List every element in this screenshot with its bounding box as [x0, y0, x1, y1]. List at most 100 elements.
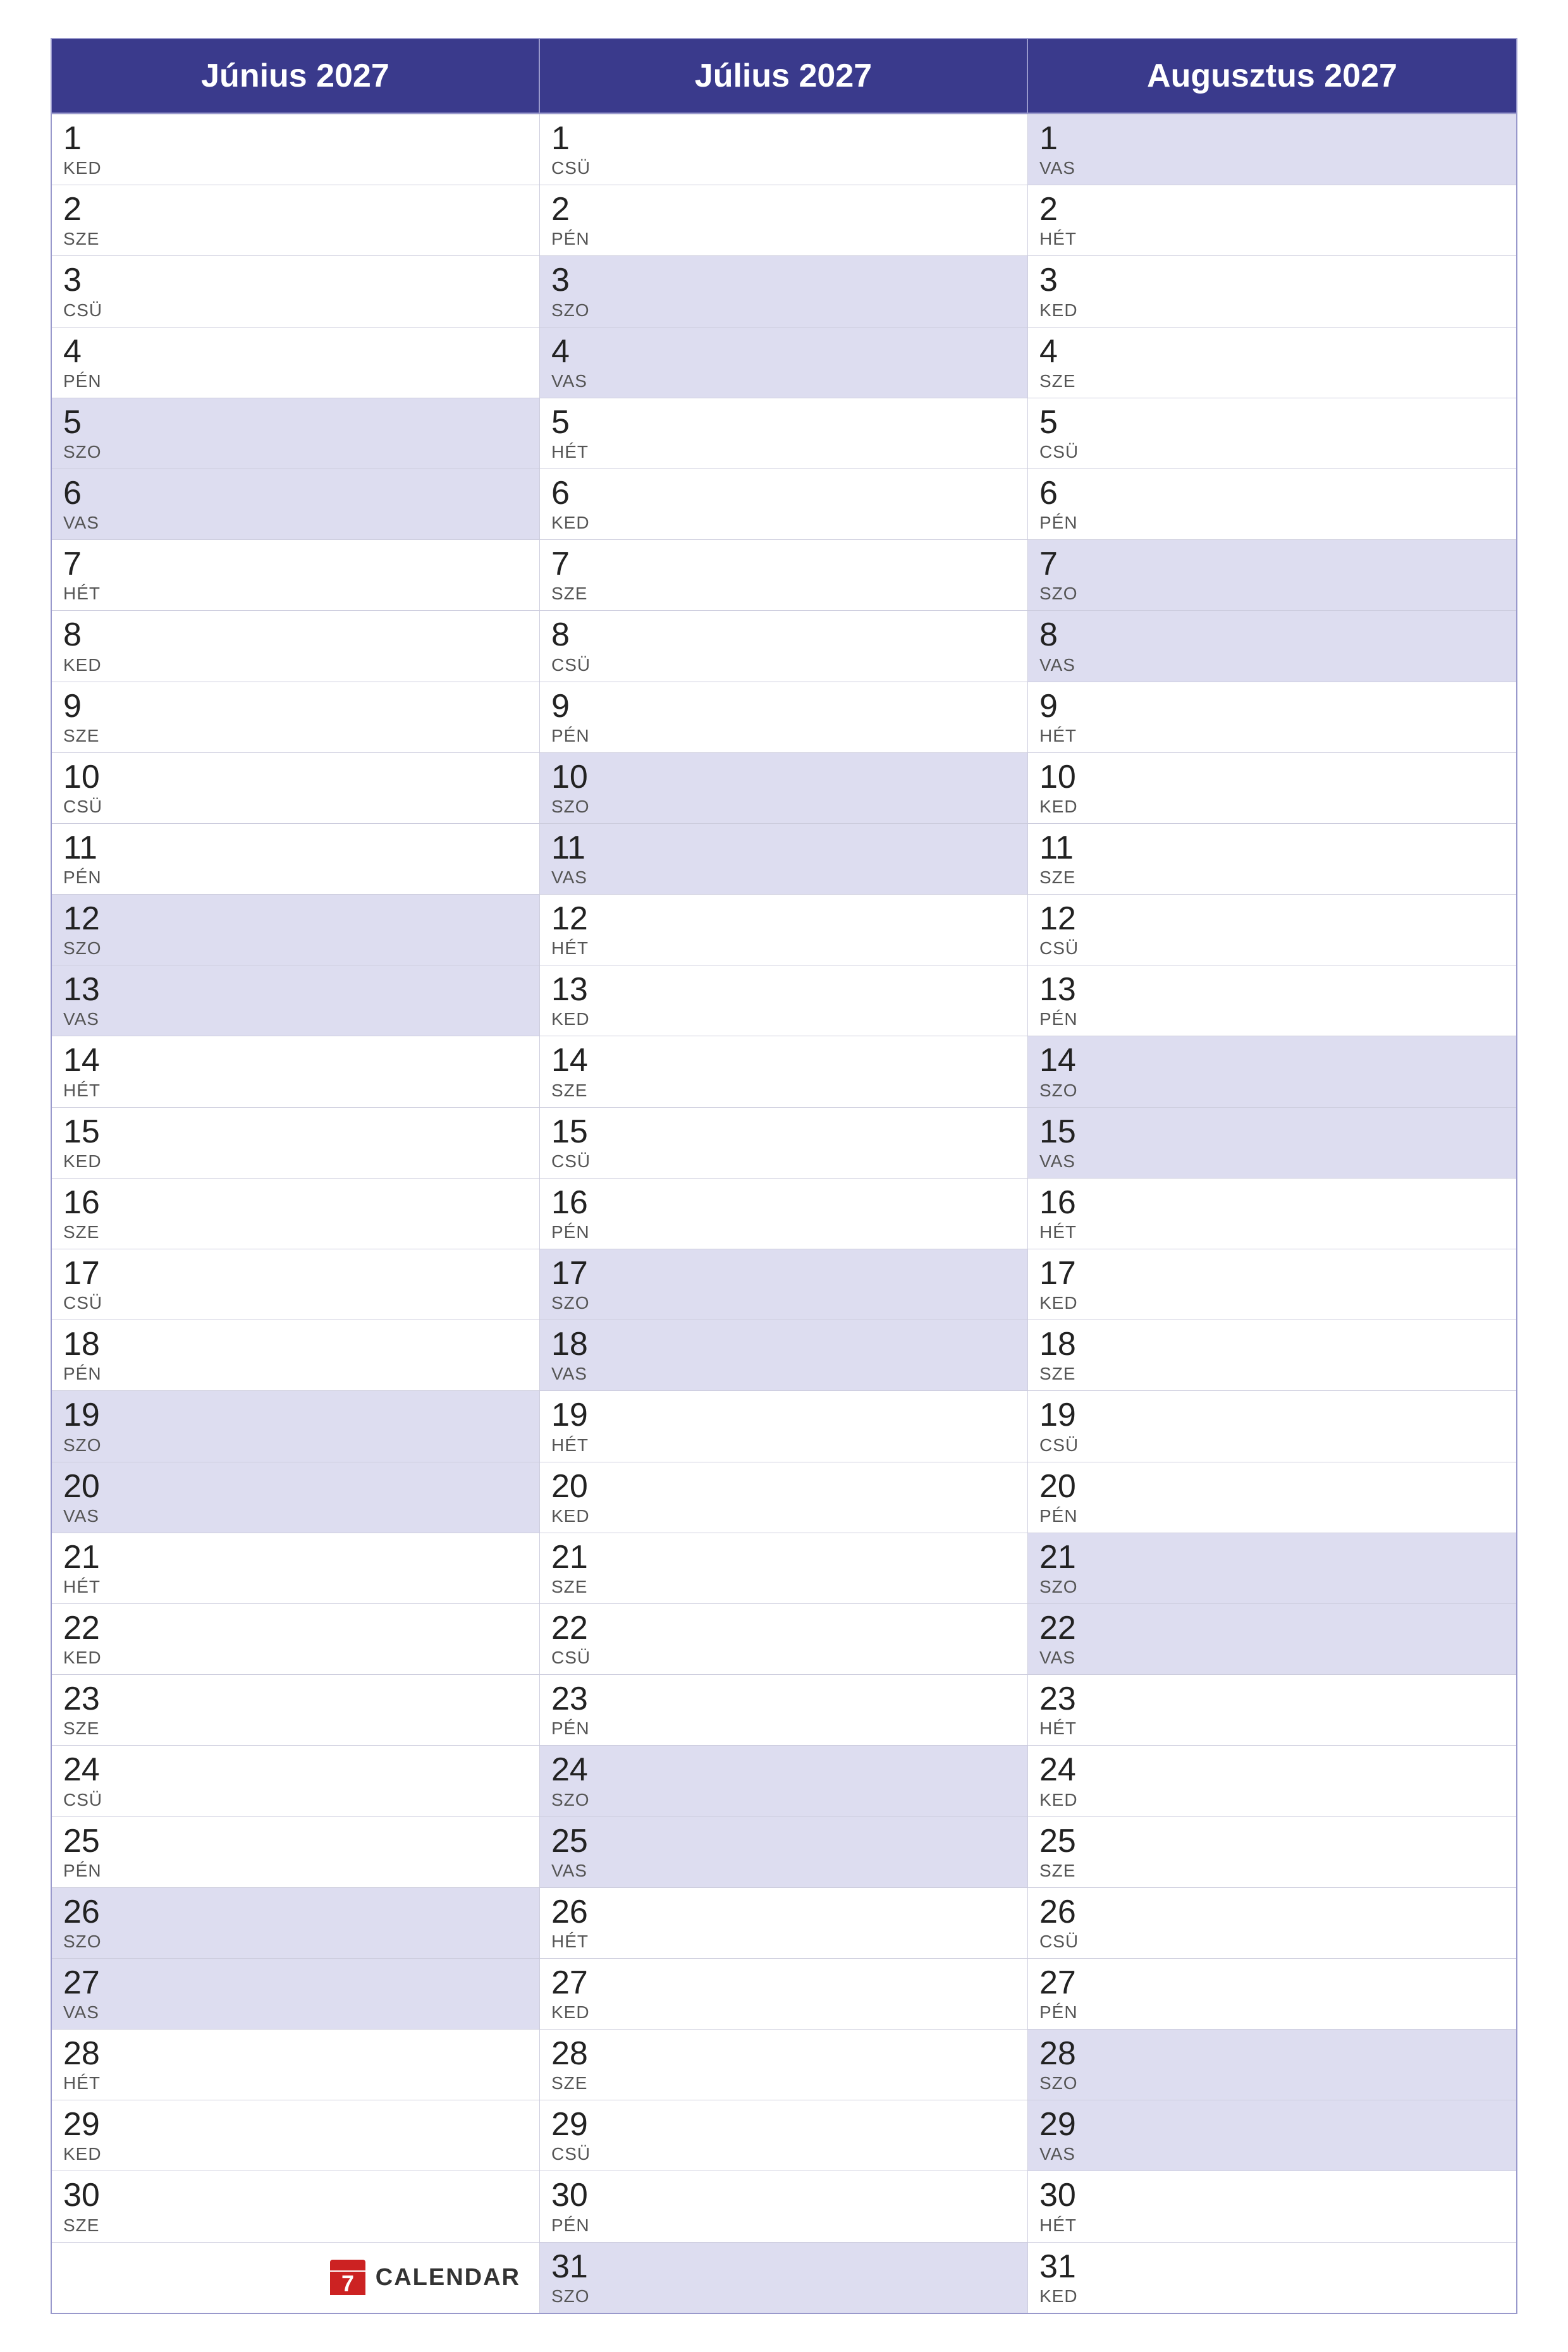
- day-abbrev: CSÜ: [63, 1293, 528, 1313]
- day-cell-m3-d13: 13PÉN: [1028, 965, 1516, 1036]
- day-row-6: 6VAS6KED6PÉN: [52, 469, 1516, 539]
- day-cell-m3-d23: 23HÉT: [1028, 1674, 1516, 1745]
- day-abbrev: SZO: [551, 1790, 1016, 1810]
- day-cell-m2-d29: 29CSÜ: [540, 2100, 1028, 2171]
- day-abbrev: HÉT: [551, 1932, 1016, 1952]
- day-cell-m2-d20: 20KED: [540, 1462, 1028, 1533]
- day-number: 18: [551, 1326, 1016, 1363]
- day-cell-m3-d18: 18SZE: [1028, 1320, 1516, 1390]
- day-abbrev: HÉT: [63, 1577, 528, 1597]
- day-row-30: 30SZE30PÉN30HÉT: [52, 2171, 1516, 2241]
- day-number: 3: [551, 262, 1016, 298]
- day-abbrev: SZE: [1039, 1364, 1505, 1384]
- day-cell-m3-d7: 7SZO: [1028, 539, 1516, 610]
- day-number: 1: [63, 121, 528, 157]
- day-number: 28: [1039, 2036, 1505, 2072]
- day-abbrev: HÉT: [551, 1435, 1016, 1455]
- day-number: 16: [1039, 1185, 1505, 1221]
- day-abbrev: SZE: [1039, 1861, 1505, 1881]
- day-row-2: 2SZE2PÉN2HÉT: [52, 185, 1516, 255]
- day-row-11: 11PÉN11VAS11SZE: [52, 823, 1516, 894]
- day-number: 19: [63, 1397, 528, 1433]
- day-abbrev: KED: [63, 158, 528, 178]
- day-number: 15: [551, 1114, 1016, 1150]
- day-cell-m2-d16: 16PÉN: [540, 1178, 1028, 1249]
- day-cell-m2-d5: 5HÉT: [540, 398, 1028, 469]
- day-abbrev: SZO: [63, 938, 528, 959]
- day-cell-m3-d30: 30HÉT: [1028, 2171, 1516, 2241]
- day-abbrev: HÉT: [1039, 2215, 1505, 2236]
- day-number: 14: [1039, 1043, 1505, 1079]
- day-abbrev: PÉN: [63, 1861, 528, 1881]
- day-abbrev: PÉN: [551, 726, 1016, 746]
- day-cell-m3-d15: 15VAS: [1028, 1107, 1516, 1178]
- day-abbrev: VAS: [551, 1364, 1016, 1384]
- day-cell-m2-d22: 22CSÜ: [540, 1603, 1028, 1674]
- day-number: 7: [551, 546, 1016, 582]
- day-number: 21: [63, 1540, 528, 1576]
- day-number: 8: [63, 617, 528, 653]
- day-number: 10: [63, 759, 528, 795]
- day-number: 23: [63, 1681, 528, 1717]
- day-cell-m1-d8: 8KED: [52, 610, 540, 681]
- day-abbrev: PÉN: [1039, 513, 1505, 533]
- day-number: 9: [551, 689, 1016, 725]
- day-abbrev: SZO: [1039, 1577, 1505, 1597]
- month-header-2: Július 2027: [540, 39, 1028, 113]
- day-cell-m3-d19: 19CSÜ: [1028, 1390, 1516, 1461]
- day-cell-m2-d10: 10SZO: [540, 752, 1028, 823]
- day-cell-m1-d10: 10CSÜ: [52, 752, 540, 823]
- day-abbrev: KED: [1039, 1790, 1505, 1810]
- day-number: 26: [63, 1894, 528, 1930]
- month-header-1: Június 2027: [52, 39, 540, 113]
- day-abbrev: CSÜ: [1039, 938, 1505, 959]
- day-row-7: 7HÉT7SZE7SZO: [52, 539, 1516, 610]
- day-number: 4: [551, 334, 1016, 370]
- day-cell-m3-d12: 12CSÜ: [1028, 894, 1516, 965]
- day-number: 17: [551, 1256, 1016, 1292]
- day-cell-m3-d27: 27PÉN: [1028, 1958, 1516, 2029]
- day-number: 20: [551, 1469, 1016, 1505]
- day-cell-m1-d16: 16SZE: [52, 1178, 540, 1249]
- day-number: 16: [63, 1185, 528, 1221]
- day-number: 22: [63, 1610, 528, 1646]
- day-number: 12: [63, 901, 528, 937]
- day-abbrev: SZE: [551, 2073, 1016, 2093]
- day-cell-m2-d25: 25VAS: [540, 1816, 1028, 1887]
- day-cell-m2-d1: 1CSÜ: [540, 114, 1028, 185]
- day-cell-m3-d11: 11SZE: [1028, 823, 1516, 894]
- day-cell-m2-d21: 21SZE: [540, 1533, 1028, 1603]
- day-number: 29: [1039, 2107, 1505, 2143]
- day-number: 8: [551, 617, 1016, 653]
- day-abbrev: PÉN: [63, 867, 528, 888]
- day-number: 24: [551, 1752, 1016, 1788]
- day-number: 31: [551, 2249, 1016, 2285]
- day-cell-m3-d1: 1VAS: [1028, 114, 1516, 185]
- day-abbrev: VAS: [63, 1009, 528, 1029]
- day-number: 5: [63, 405, 528, 441]
- day-cell-m2-d7: 7SZE: [540, 539, 1028, 610]
- day-cell-m3-d8: 8VAS: [1028, 610, 1516, 681]
- day-row-29: 29KED29CSÜ29VAS: [52, 2100, 1516, 2171]
- day-cell-m3-d9: 9HÉT: [1028, 682, 1516, 752]
- day-number: 5: [551, 405, 1016, 441]
- day-abbrev: VAS: [551, 1861, 1016, 1881]
- day-cell-m2-d19: 19HÉT: [540, 1390, 1028, 1461]
- day-number: 26: [1039, 1894, 1505, 1930]
- day-cell-m2-d4: 4VAS: [540, 327, 1028, 398]
- day-cell-m1-d17: 17CSÜ: [52, 1249, 540, 1320]
- day-abbrev: VAS: [1039, 655, 1505, 675]
- day-row-23: 23SZE23PÉN23HÉT: [52, 1674, 1516, 1745]
- day-cell-m1-d25: 25PÉN: [52, 1816, 540, 1887]
- day-cell-m1-d11: 11PÉN: [52, 823, 540, 894]
- day-row-5: 5SZO5HÉT5CSÜ: [52, 398, 1516, 469]
- day-number: 15: [1039, 1114, 1505, 1150]
- day-cell-m3-d26: 26CSÜ: [1028, 1887, 1516, 1958]
- day-number: 23: [1039, 1681, 1505, 1717]
- day-abbrev: HÉT: [1039, 1222, 1505, 1242]
- day-abbrev: PÉN: [1039, 2002, 1505, 2023]
- day-cell-m1-d13: 13VAS: [52, 965, 540, 1036]
- day-number: 3: [63, 262, 528, 298]
- day-number: 24: [1039, 1752, 1505, 1788]
- day-cell-m3-d3: 3KED: [1028, 255, 1516, 326]
